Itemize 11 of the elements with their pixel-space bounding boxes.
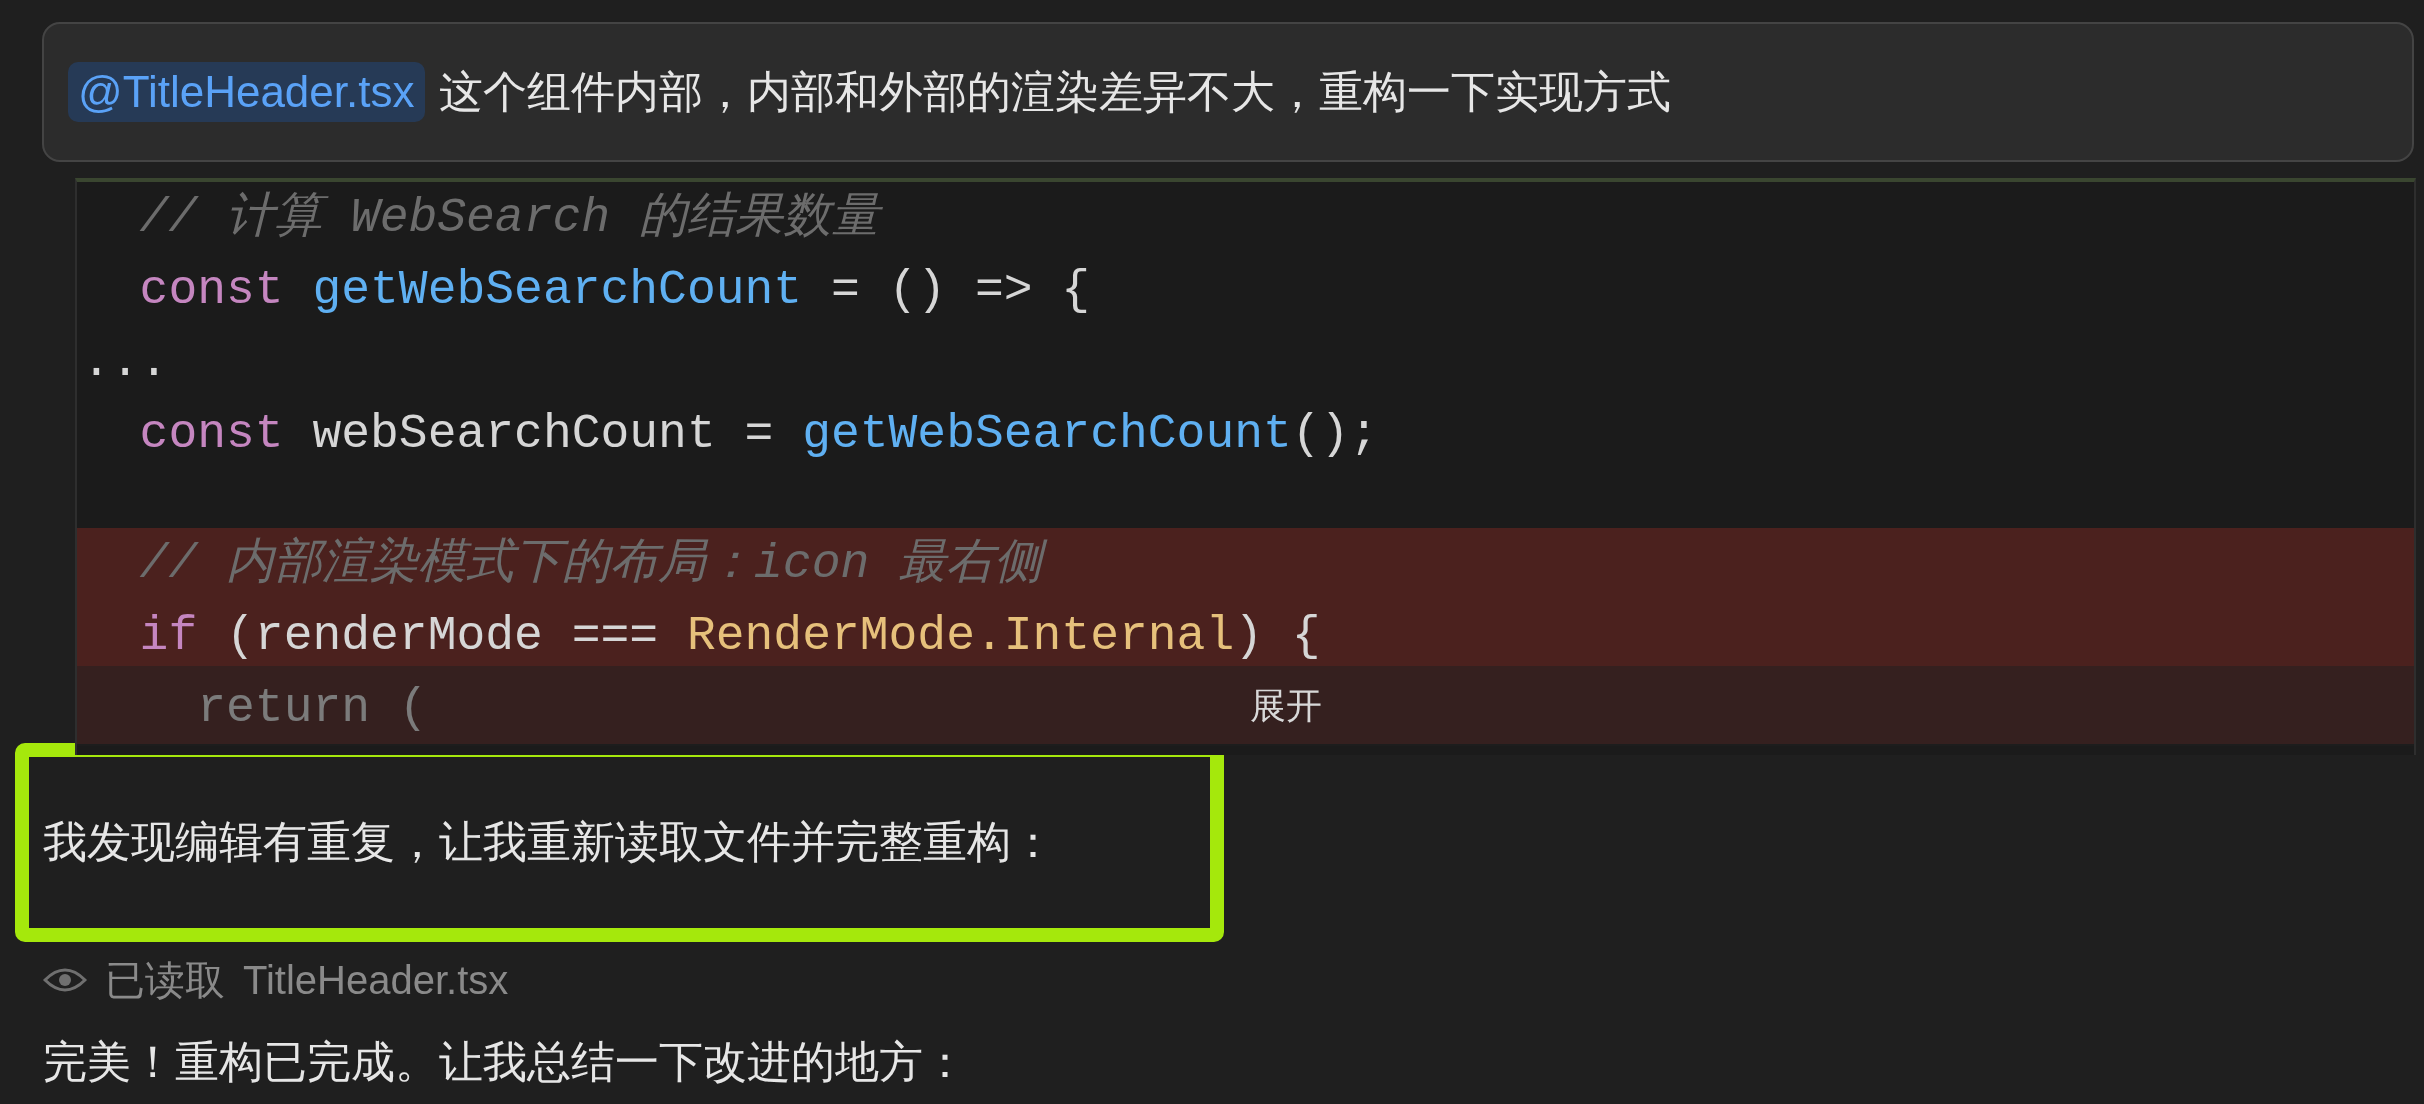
expand-button[interactable]: 展开 [1241, 679, 1330, 733]
code-line: // 计算 WebSearch 的结果数量 [77, 182, 2414, 254]
tool-action: 已读取 [105, 957, 225, 1004]
message-text: 这个组件内部，内部和外部的渲染差异不大，重构一下实现方式 [438, 66, 1671, 118]
response-text: 我发现编辑有重复，让我重新读取文件并完整重构： [43, 816, 1055, 868]
response-text: 完美！重构已完成。让我总结一下改进的地方： [43, 1036, 967, 1088]
file-name[interactable]: TitleHeader.tsx [243, 950, 509, 1010]
code-line: const getWebSearchCount = () => { [138, 262, 1092, 319]
code-line: const webSearchCount = getWebSearchCount(); [138, 406, 1380, 463]
code-line: ... [81, 334, 170, 391]
file-mention[interactable]: @TitleHeader.tsx [68, 62, 425, 122]
